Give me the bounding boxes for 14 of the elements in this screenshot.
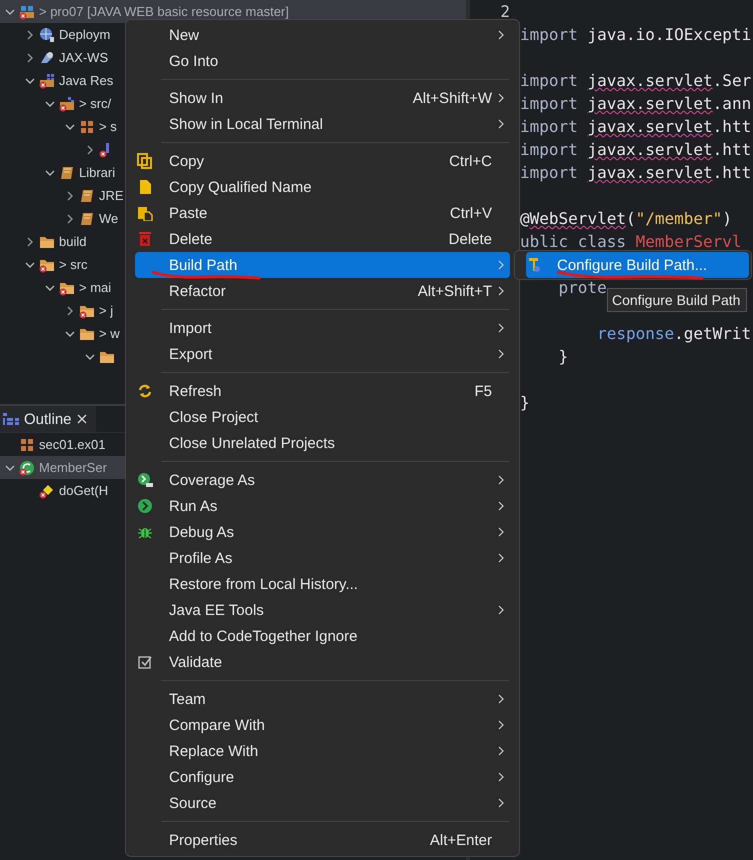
code-line: import javax.servlet.htt [520, 116, 752, 138]
code-line: prote [558, 277, 607, 299]
code-line: @WebServlet("/member") [520, 208, 732, 230]
code-line: import javax.servlet.ann [520, 93, 752, 115]
code-line: } [520, 392, 530, 414]
code-line: import javax.servlet.htt [520, 162, 752, 184]
line-number: 2 [500, 1, 511, 23]
code-line: } [558, 346, 568, 368]
code-line: response.getWrit [596, 323, 752, 345]
code-line: import java.io.IOExcepti [520, 24, 752, 46]
code-line: ublic class MemberServl [520, 231, 742, 253]
tooltip: Configure Build Path [607, 288, 748, 312]
code-line: import javax.servlet.htt [520, 139, 752, 161]
code-line: import javax.servlet.Ser [520, 70, 752, 92]
